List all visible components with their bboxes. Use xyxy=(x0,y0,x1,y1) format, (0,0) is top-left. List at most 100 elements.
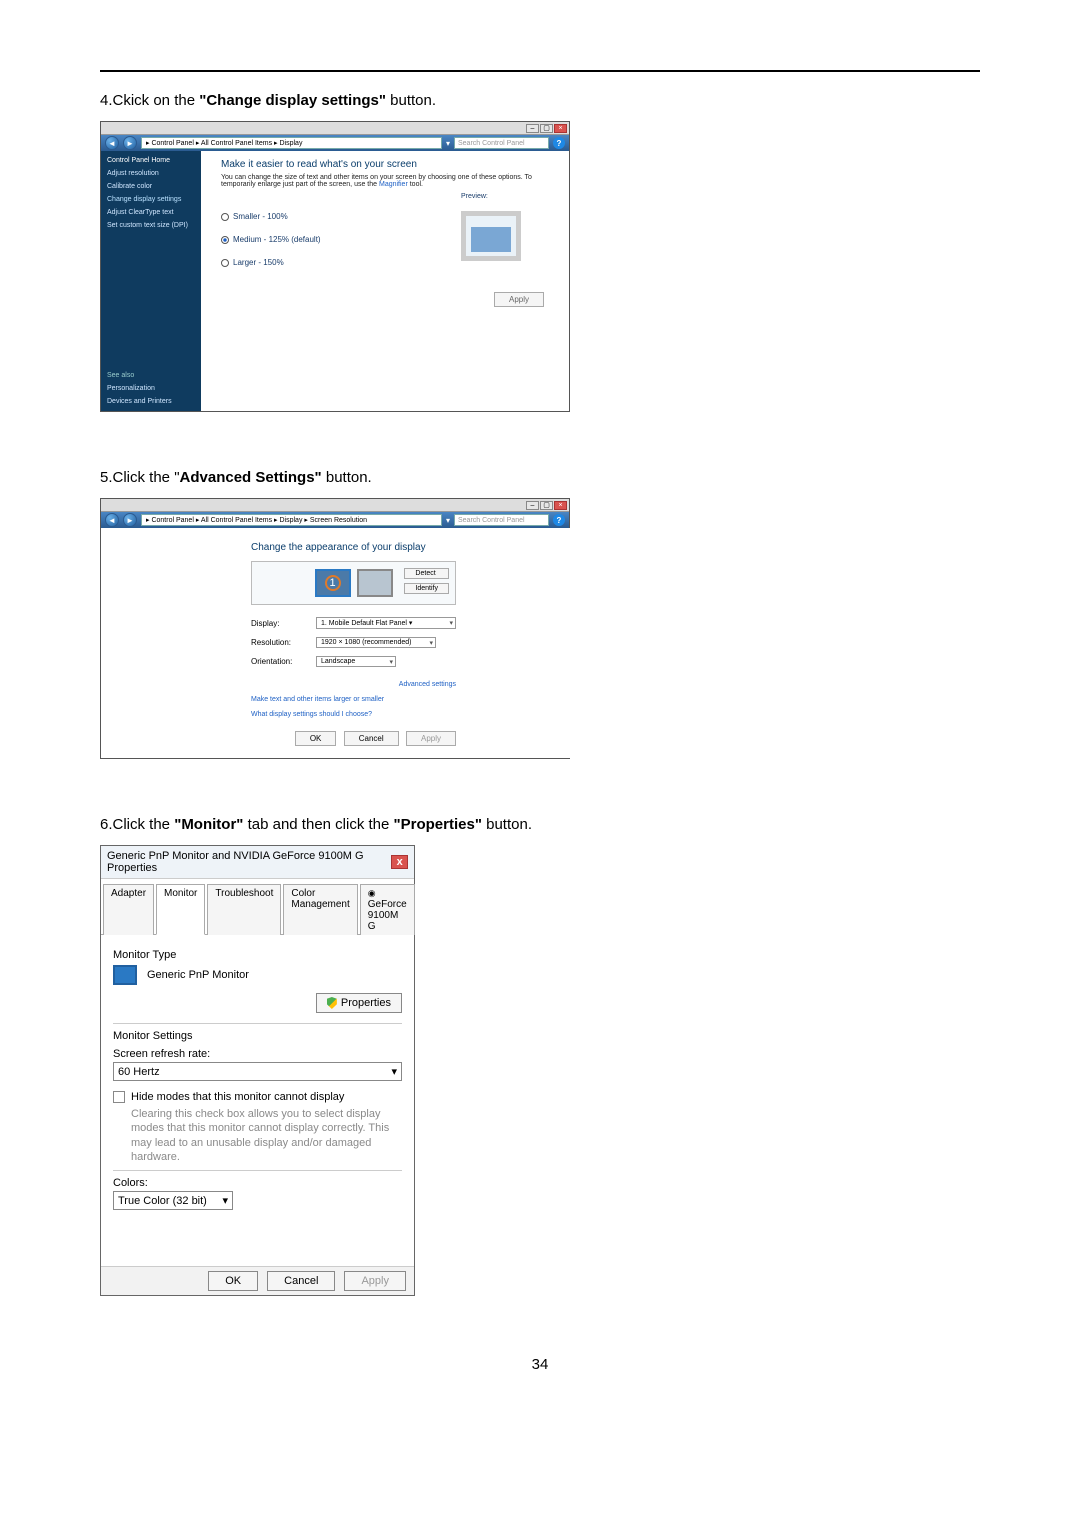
text: 6.Click the xyxy=(100,816,174,833)
tab-monitor[interactable]: Monitor xyxy=(156,884,205,935)
page-top-rule xyxy=(100,70,980,72)
panel-desc: You can change the size of text and othe… xyxy=(221,174,549,188)
maximize-icon[interactable]: ▢ xyxy=(540,124,553,133)
resolution-dropdown[interactable]: 1920 × 1080 (recommended) xyxy=(316,637,436,648)
identify-button[interactable]: Identify xyxy=(404,583,449,594)
help-icon[interactable]: ? xyxy=(553,514,565,526)
advanced-settings-link[interactable]: Advanced settings xyxy=(251,681,456,688)
display-label: Display: xyxy=(251,619,306,628)
refresh-rate-dropdown[interactable]: 60 Hertz ▾ xyxy=(113,1062,402,1081)
cancel-button[interactable]: Cancel xyxy=(267,1271,335,1291)
nvidia-icon: ◉ xyxy=(368,888,378,898)
label: Smaller - 100% xyxy=(233,212,288,221)
sidebar: Control Panel Home Adjust resolution Cal… xyxy=(101,151,201,411)
see-also-label: See also xyxy=(107,372,195,379)
panel-heading: Change the appearance of your display xyxy=(251,542,456,553)
dialog-button-bar: OK Cancel Apply xyxy=(101,1266,414,1295)
orientation-dropdown[interactable]: Landscape xyxy=(316,656,396,667)
apply-button[interactable]: Apply xyxy=(344,1271,406,1291)
radio-icon xyxy=(221,259,229,267)
dialog-title: Generic PnP Monitor and NVIDIA GeForce 9… xyxy=(107,850,391,874)
sidebar-link[interactable]: Calibrate color xyxy=(107,183,195,190)
search-input[interactable]: Search Control Panel xyxy=(454,137,549,149)
panel-heading: Make it easier to read what's on your sc… xyxy=(221,159,549,170)
apply-button[interactable]: Apply xyxy=(406,731,456,746)
monitor-1-icon[interactable]: 1 xyxy=(315,569,351,597)
back-icon[interactable]: ◄ xyxy=(105,513,119,527)
sidebar-link[interactable]: Devices and Printers xyxy=(107,398,195,405)
navbar: ◄ ► ▸ Control Panel ▸ All Control Panel … xyxy=(101,135,569,151)
apply-button[interactable]: Apply xyxy=(494,292,544,307)
search-input[interactable]: Search Control Panel xyxy=(454,514,549,526)
divider xyxy=(113,1023,402,1024)
forward-icon[interactable]: ► xyxy=(123,136,137,150)
ok-button[interactable]: OK xyxy=(208,1271,258,1291)
breadcrumb[interactable]: ▸ Control Panel ▸ All Control Panel Item… xyxy=(141,137,442,149)
tab-geforce[interactable]: ◉GeForce 9100M G xyxy=(360,884,415,935)
magnifier-link[interactable]: Magnifier xyxy=(379,181,408,188)
shield-icon xyxy=(327,997,337,1009)
properties-button[interactable]: Properties xyxy=(316,993,402,1013)
navbar: ◄ ► ▸ Control Panel ▸ All Control Panel … xyxy=(101,512,569,528)
cancel-button[interactable]: Cancel xyxy=(344,731,399,746)
radio-icon xyxy=(221,236,229,244)
hide-modes-checkbox-row[interactable]: Hide modes that this monitor cannot disp… xyxy=(113,1091,402,1103)
monitor-name: Generic PnP Monitor xyxy=(147,969,249,981)
help-icon[interactable]: ? xyxy=(553,137,565,149)
dialog-body: Monitor Type Generic PnP Monitor Propert… xyxy=(101,935,414,1266)
tab-color-management[interactable]: Color Management xyxy=(283,884,357,935)
resolution-window: – ▢ × ◄ ► ▸ Control Panel ▸ All Control … xyxy=(100,498,570,759)
breadcrumb[interactable]: ▸ Control Panel ▸ All Control Panel Item… xyxy=(141,514,442,526)
sidebar-link[interactable]: Adjust ClearType text xyxy=(107,209,195,216)
window-body: Control Panel Home Adjust resolution Cal… xyxy=(101,151,569,411)
bold: Advanced Settings" xyxy=(180,469,322,486)
close-icon[interactable]: × xyxy=(554,501,567,510)
monitor-icon xyxy=(113,965,137,985)
text: tab and then click the xyxy=(243,816,393,833)
back-icon[interactable]: ◄ xyxy=(105,136,119,150)
checkbox-icon xyxy=(113,1091,125,1103)
help-link[interactable]: What display settings should I choose? xyxy=(251,711,456,718)
bold: "Change display settings" xyxy=(199,92,386,109)
step5-instruction: 5.Click the "Advanced Settings" button. xyxy=(100,467,980,488)
help-link[interactable]: Make text and other items larger or smal… xyxy=(251,696,456,703)
resolution-label: Resolution: xyxy=(251,638,306,647)
maximize-icon[interactable]: ▢ xyxy=(540,501,553,510)
monitor-name-row: Generic PnP Monitor xyxy=(113,965,402,985)
text: You can change the size of text and othe… xyxy=(221,174,532,188)
minimize-icon[interactable]: – xyxy=(526,501,539,510)
preview-thumbnail xyxy=(461,211,521,261)
label: Medium - 125% (default) xyxy=(233,235,321,244)
window-controls: – ▢ × xyxy=(526,124,567,133)
text: button. xyxy=(322,469,372,486)
close-icon[interactable]: × xyxy=(554,124,567,133)
value: 60 Hertz xyxy=(118,1066,160,1078)
monitor-preview: 1 Detect Identify xyxy=(251,561,456,605)
bold: "Monitor" xyxy=(174,816,243,833)
ok-button[interactable]: OK xyxy=(295,731,337,746)
tab-troubleshoot[interactable]: Troubleshoot xyxy=(207,884,281,935)
page-number: 34 xyxy=(100,1356,980,1373)
display-dropdown[interactable]: 1. Mobile Default Flat Panel ▾ xyxy=(316,617,456,629)
label: GeForce 9100M G xyxy=(368,899,407,932)
sidebar-link[interactable]: Adjust resolution xyxy=(107,170,195,177)
colors-dropdown[interactable]: True Color (32 bit)▾ xyxy=(113,1191,233,1210)
sidebar-link[interactable]: Set custom text size (DPI) xyxy=(107,222,195,229)
monitor-settings-label: Monitor Settings xyxy=(113,1030,402,1042)
dialog-titlebar: Generic PnP Monitor and NVIDIA GeForce 9… xyxy=(101,846,414,879)
text: tool. xyxy=(408,181,423,188)
detect-button[interactable]: Detect xyxy=(404,568,449,579)
value: True Color (32 bit) xyxy=(118,1195,207,1207)
hide-modes-desc: Clearing this check box allows you to se… xyxy=(131,1107,402,1164)
sidebar-link-change-display[interactable]: Change display settings xyxy=(107,196,195,203)
close-icon[interactable]: x xyxy=(391,855,408,869)
minimize-icon[interactable]: – xyxy=(526,124,539,133)
main-panel: Make it easier to read what's on your sc… xyxy=(201,151,569,411)
chevron-down-icon: ▾ xyxy=(391,1065,397,1078)
control-panel-home-link[interactable]: Control Panel Home xyxy=(107,157,195,164)
monitor-2-icon[interactable] xyxy=(357,569,393,597)
refresh-rate-label: Screen refresh rate: xyxy=(113,1048,402,1060)
sidebar-link[interactable]: Personalization xyxy=(107,385,195,392)
forward-icon[interactable]: ► xyxy=(123,513,137,527)
tab-adapter[interactable]: Adapter xyxy=(103,884,154,935)
